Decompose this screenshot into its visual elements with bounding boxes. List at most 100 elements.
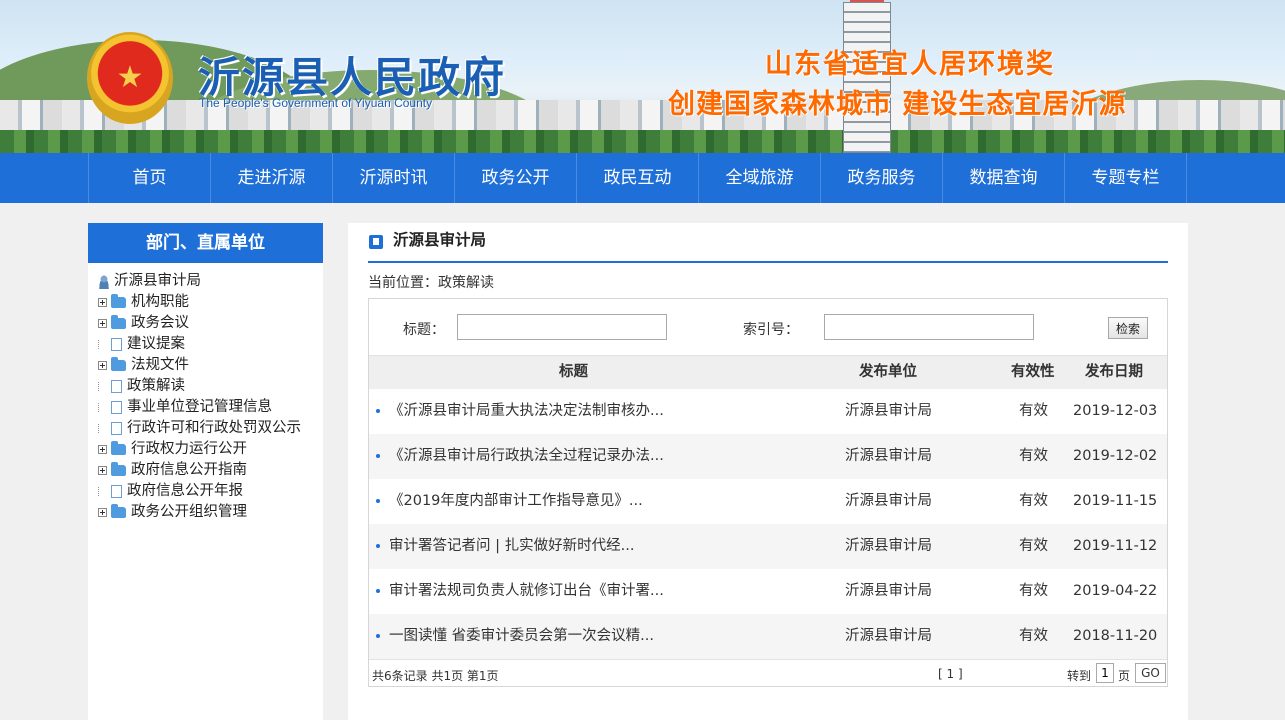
table-row: 审计署答记者问 | 扎实做好新时代经... 沂源县审计局 有效 2019-11-…: [369, 524, 1167, 569]
nav-item-gov-affairs[interactable]: 政务公开: [455, 153, 577, 203]
row-title-link[interactable]: 审计署法规司负责人就修订出台《审计署...: [389, 569, 664, 614]
tree-line: [98, 424, 107, 433]
bullet-icon: [376, 544, 380, 548]
row-validity: 有效: [1019, 493, 1048, 509]
column-header-title: 标题: [559, 364, 588, 380]
row-date: 2019-12-03: [1073, 403, 1158, 419]
banner-trees: [0, 130, 1285, 153]
tree-item-annual-report[interactable]: 政府信息公开年报: [98, 481, 323, 502]
site-subtitle: The People's Government of Yiyuan County: [199, 96, 433, 110]
tree-item-organization[interactable]: 政务公开组织管理: [98, 502, 323, 523]
tree-item-meetings[interactable]: 政务会议: [98, 313, 323, 334]
row-title-link[interactable]: 审计署答记者问 | 扎实做好新时代经...: [389, 524, 634, 569]
tree-item-label: 政府信息公开指南: [131, 462, 247, 478]
expand-icon[interactable]: [98, 466, 107, 475]
tree-item-institution-registration[interactable]: 事业单位登记管理信息: [98, 397, 323, 418]
table-header: 标题 发布单位 有效性 发布日期: [369, 356, 1167, 389]
tree-item-label: 政务公开组织管理: [131, 504, 247, 520]
header-banner: ★ 沂源县人民政府 The People's Government of Yiy…: [0, 0, 1285, 153]
tree-item-disclosure-guide[interactable]: 政府信息公开指南: [98, 460, 323, 481]
search-bar: 标题： 索引号： 检索: [369, 299, 1167, 356]
nav-item-services[interactable]: 政务服务: [821, 153, 943, 203]
bullet-icon: [376, 409, 380, 413]
page-icon: [111, 401, 122, 414]
expand-icon[interactable]: [98, 319, 107, 328]
tree-item-label: 法规文件: [131, 357, 189, 373]
tree-item-regulations[interactable]: 法规文件: [98, 355, 323, 376]
sidebar-heading: 部门、直属单位: [88, 223, 323, 263]
row-validity: 有效: [1019, 403, 1048, 419]
row-validity: 有效: [1019, 538, 1048, 554]
row-unit: 沂源县审计局: [845, 448, 932, 464]
folder-icon: [111, 357, 126, 371]
tree-item-power-operation[interactable]: 行政权力运行公开: [98, 439, 323, 460]
row-title-link[interactable]: 《沂源县审计局重大执法决定法制审核办...: [389, 389, 664, 434]
tree-item-functions[interactable]: 机构职能: [98, 292, 323, 313]
nav-item-home[interactable]: 首页: [89, 153, 211, 203]
row-date: 2019-11-12: [1073, 538, 1158, 554]
bullet-icon: [376, 454, 380, 458]
row-unit: 沂源县审计局: [845, 403, 932, 419]
row-title-link[interactable]: 一图读懂 省委审计委员会第一次会议精...: [389, 614, 654, 659]
tree-line: [98, 487, 107, 496]
page-icon: [111, 422, 122, 435]
tree-item-label: 行政许可和行政处罚双公示: [127, 420, 301, 436]
tree-item-label: 政府信息公开年报: [127, 483, 243, 499]
page-icon: [111, 485, 122, 498]
tree-root-label: 沂源县审计局: [114, 273, 201, 289]
policy-list-panel: 标题： 索引号： 检索 标题 发布单位 有效性 发布日期 《沂源县审计局重大执法…: [368, 298, 1168, 687]
row-validity: 有效: [1019, 628, 1048, 644]
tree-item-proposals[interactable]: 建议提案: [98, 334, 323, 355]
pagination-pages[interactable]: [ 1 ]: [938, 667, 963, 681]
expand-icon[interactable]: [98, 508, 107, 517]
tree-item-label: 建议提案: [127, 336, 185, 352]
row-unit: 沂源县审计局: [845, 538, 932, 554]
row-unit: 沂源县审计局: [845, 628, 932, 644]
tree-item-label: 机构职能: [131, 294, 189, 310]
pagination-summary: 共6条记录 共1页 第1页: [372, 669, 499, 683]
column-header-date: 发布日期: [1085, 364, 1143, 380]
bullet-icon: [376, 499, 380, 503]
row-unit: 沂源县审计局: [845, 493, 932, 509]
nav-item-special-topics[interactable]: 专题专栏: [1065, 153, 1187, 203]
tree-item-dual-publicity[interactable]: 行政许可和行政处罚双公示: [98, 418, 323, 439]
tree-line: [98, 382, 107, 391]
sidebar: 部门、直属单位 沂源县审计局 机构职能 政务会议 建议提案 法规文件 政策解读 …: [88, 223, 323, 720]
nav-item-interaction[interactable]: 政民互动: [577, 153, 699, 203]
row-title-link[interactable]: 《沂源县审计局行政执法全过程记录办法...: [389, 434, 664, 479]
national-emblem-icon: ★: [87, 32, 173, 124]
tree-line: [98, 340, 107, 349]
tree-item-label: 政策解读: [127, 378, 185, 394]
page-icon: [111, 338, 122, 351]
tree-root[interactable]: 沂源县审计局: [98, 271, 323, 292]
search-button[interactable]: 检索: [1108, 317, 1148, 339]
department-icon: [98, 274, 110, 289]
nav-item-about[interactable]: 走进沂源: [211, 153, 333, 203]
index-search-input[interactable]: [824, 314, 1034, 340]
main-nav: 首页 走进沂源 沂源时讯 政务公开 政民互动 全域旅游 政务服务 数据查询 专题…: [0, 153, 1285, 203]
nav-item-news[interactable]: 沂源时讯: [333, 153, 455, 203]
bullet-icon: [376, 589, 380, 593]
title-search-input[interactable]: [457, 314, 667, 340]
nav-item-data-query[interactable]: 数据查询: [943, 153, 1065, 203]
column-header-validity: 有效性: [1011, 364, 1055, 380]
goto-label: 转到: [1067, 669, 1092, 683]
table-row: 《2019年度内部审计工作指导意见》... 沂源县审计局 有效 2019-11-…: [369, 479, 1167, 524]
bullet-icon: [376, 634, 380, 638]
nav-item-tourism[interactable]: 全域旅游: [699, 153, 821, 203]
row-unit: 沂源县审计局: [845, 583, 932, 599]
row-validity: 有效: [1019, 583, 1048, 599]
expand-icon[interactable]: [98, 445, 107, 454]
breadcrumb: 当前位置：政策解读: [368, 275, 494, 291]
go-button[interactable]: GO: [1135, 663, 1166, 683]
folder-icon: [111, 462, 126, 476]
page-number-input[interactable]: [1096, 663, 1114, 683]
folder-icon: [111, 294, 126, 308]
expand-icon[interactable]: [98, 298, 107, 307]
expand-icon[interactable]: [98, 361, 107, 370]
row-date: 2019-12-02: [1073, 448, 1158, 464]
tree-item-policy-interpretation[interactable]: 政策解读: [98, 376, 323, 397]
row-date: 2019-04-22: [1073, 583, 1158, 599]
row-title-link[interactable]: 《2019年度内部审计工作指导意见》...: [389, 479, 643, 524]
page-icon: [111, 380, 122, 393]
